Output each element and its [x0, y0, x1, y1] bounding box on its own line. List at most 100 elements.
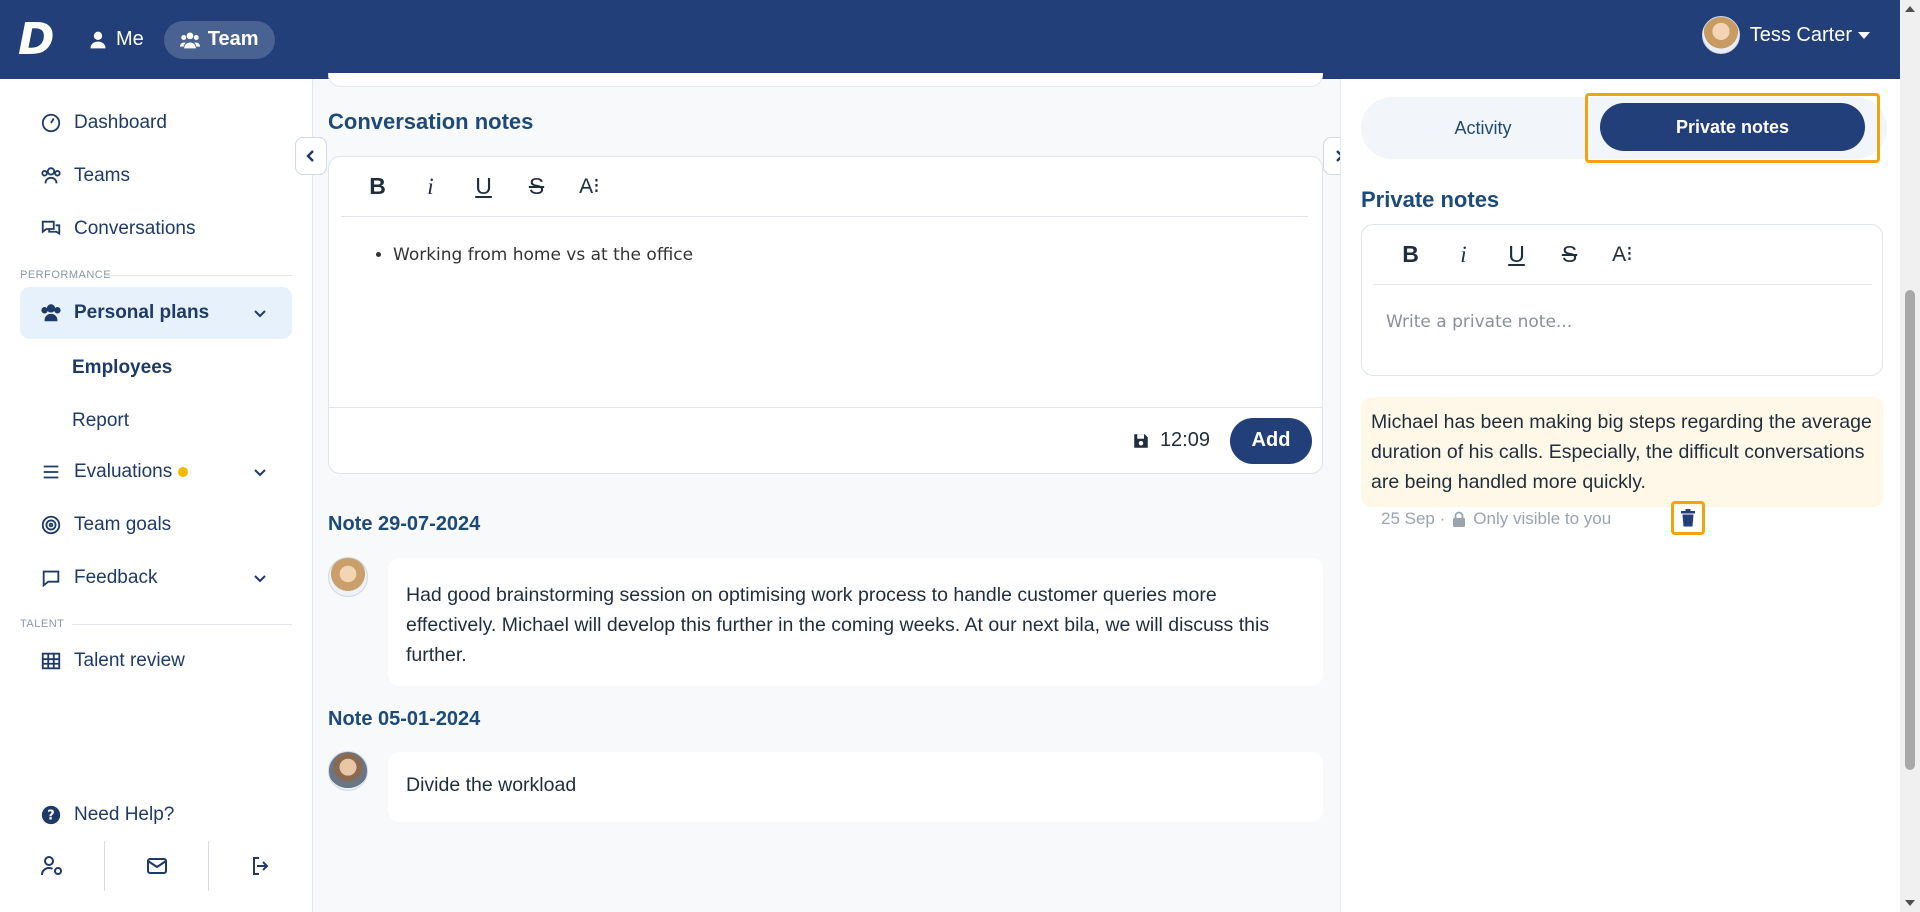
sidebar-item-label: Conversations [74, 218, 196, 239]
bold-button[interactable]: B [1384, 235, 1437, 275]
sidebar-sub-employees[interactable]: Employees [72, 357, 172, 379]
user-settings-icon [40, 856, 62, 876]
private-note-meta: 25 Sep · Only visible to you [1381, 501, 1705, 535]
scroll-thumb[interactable] [1905, 290, 1915, 770]
sidebar-item-label: Feedback [74, 567, 158, 588]
private-note-input[interactable]: Write a private note... [1386, 312, 1572, 332]
underline-button[interactable]: U [457, 167, 510, 207]
previous-card [328, 73, 1323, 87]
messages-button[interactable] [103, 841, 209, 891]
avatar [328, 751, 368, 791]
italic-button[interactable]: i [1437, 235, 1490, 275]
sidebar-footer [0, 841, 313, 891]
conversation-notes-editor: B i U S A⁝ Working from home vs at the o… [328, 156, 1323, 474]
user-name: Tess Carter [1749, 23, 1852, 46]
caret-down-icon [1858, 31, 1870, 39]
add-button[interactable]: Add [1230, 417, 1312, 464]
sidebar-item-talent-review[interactable]: Talent review [20, 635, 292, 687]
sidebar: Dashboard Teams Conversations PERFORMANC… [0, 79, 313, 912]
lock-icon [1453, 511, 1466, 527]
editor-footer: 12:09 Add [329, 407, 1322, 473]
font-size-button[interactable]: A⁝ [563, 167, 616, 207]
avatar [328, 557, 368, 597]
sidebar-item-team-goals[interactable]: Team goals [20, 499, 292, 551]
app-logo[interactable]: D [18, 17, 58, 61]
strikethrough-button[interactable]: S [510, 167, 563, 207]
note-card: Had good brainstorming session on optimi… [388, 558, 1323, 686]
save-icon [1134, 433, 1148, 448]
editor-toolbar: B i U S A⁝ [341, 157, 1308, 217]
page-scrollbar[interactable] [1900, 0, 1920, 912]
top-bar: D Me Team Tess Carter [0, 0, 1900, 79]
note-date: Note 29-07-2024 [328, 513, 481, 535]
profile-settings-button[interactable] [0, 841, 104, 891]
sidebar-item-feedback[interactable]: Feedback [20, 552, 292, 604]
chevron-down-icon [254, 310, 266, 318]
private-note-card: Michael has been making big steps regard… [1361, 397, 1883, 507]
divider [104, 275, 292, 276]
note-date: 25 Sep · [1381, 509, 1446, 528]
user-avatar [1701, 16, 1740, 54]
underline-button[interactable]: U [1490, 235, 1543, 275]
private-note-editor: B i U S A⁝ Write a private note... [1361, 224, 1883, 376]
section-label-performance: PERFORMANCE [20, 269, 112, 281]
visibility-label: Only visible to you [1473, 509, 1612, 528]
nav-me-label: Me [116, 28, 144, 50]
sidebar-item-label: Evaluations [74, 461, 173, 482]
mail-icon [146, 858, 167, 874]
tab-private-notes[interactable]: Private notes [1600, 103, 1865, 151]
divider [72, 624, 292, 625]
delete-note-button[interactable] [1671, 501, 1705, 535]
notification-dot [178, 467, 189, 477]
italic-button[interactable]: i [404, 167, 457, 207]
sidebar-item-personal-plans[interactable]: Personal plans [20, 287, 292, 339]
help-icon: ? [41, 805, 61, 825]
collapse-sidebar-button[interactable] [295, 137, 327, 175]
logout-icon [253, 857, 269, 875]
people-icon [41, 304, 61, 322]
tab-private-notes-highlight: Private notes [1585, 93, 1880, 163]
user-icon [90, 31, 106, 48]
user-menu[interactable]: Tess Carter [1701, 16, 1870, 54]
nav-team[interactable]: Team [163, 20, 275, 59]
editor-content[interactable]: Working from home vs at the office [393, 245, 693, 265]
conversations-icon [41, 220, 61, 236]
sidebar-item-label: Personal plans [74, 302, 210, 323]
chevron-down-icon [254, 575, 266, 583]
scroll-down-icon[interactable] [1905, 900, 1915, 906]
right-panel: Activity Private notes Private notes B i… [1340, 79, 1900, 912]
chat-icon [42, 570, 60, 588]
sidebar-item-label: Team goals [74, 514, 172, 535]
sidebar-item-label: Teams [74, 165, 130, 186]
target-icon [41, 515, 61, 535]
editor-bullet: Working from home vs at the office [393, 245, 693, 265]
main-content: Conversation notes B i U S A⁝ Working fr… [295, 73, 1355, 912]
sidebar-item-teams[interactable]: Teams [20, 150, 292, 202]
nav-me[interactable]: Me [72, 21, 160, 59]
font-size-button[interactable]: A⁝ [1596, 235, 1649, 275]
need-help-link[interactable]: ? Need Help? [20, 789, 292, 841]
note-date: Note 05-01-2024 [328, 708, 481, 730]
dashboard-icon [41, 113, 61, 133]
sidebar-item-label: Talent review [74, 650, 185, 671]
sidebar-item-conversations[interactable]: Conversations [20, 203, 292, 255]
nav-team-label: Team [207, 28, 259, 50]
svg-text:?: ? [47, 809, 54, 824]
private-notes-title: Private notes [1361, 187, 1500, 212]
team-icon [179, 32, 200, 48]
sidebar-sub-report[interactable]: Report [72, 410, 129, 432]
sidebar-item-evaluations[interactable]: Evaluations [20, 446, 292, 498]
list-icon [43, 465, 59, 479]
chevron-down-icon [254, 469, 266, 477]
bold-button[interactable]: B [351, 167, 404, 207]
save-status: 12:09 [1132, 429, 1210, 452]
strikethrough-button[interactable]: S [1543, 235, 1596, 275]
sidebar-item-dashboard[interactable]: Dashboard [20, 97, 292, 149]
teams-icon [41, 167, 61, 184]
trash-icon [1681, 509, 1695, 527]
conversation-notes-title: Conversation notes [328, 109, 534, 134]
tab-activity[interactable]: Activity [1361, 97, 1605, 159]
grid-icon [41, 652, 61, 670]
logout-button[interactable] [208, 841, 313, 891]
scroll-up-icon[interactable] [1905, 6, 1915, 12]
